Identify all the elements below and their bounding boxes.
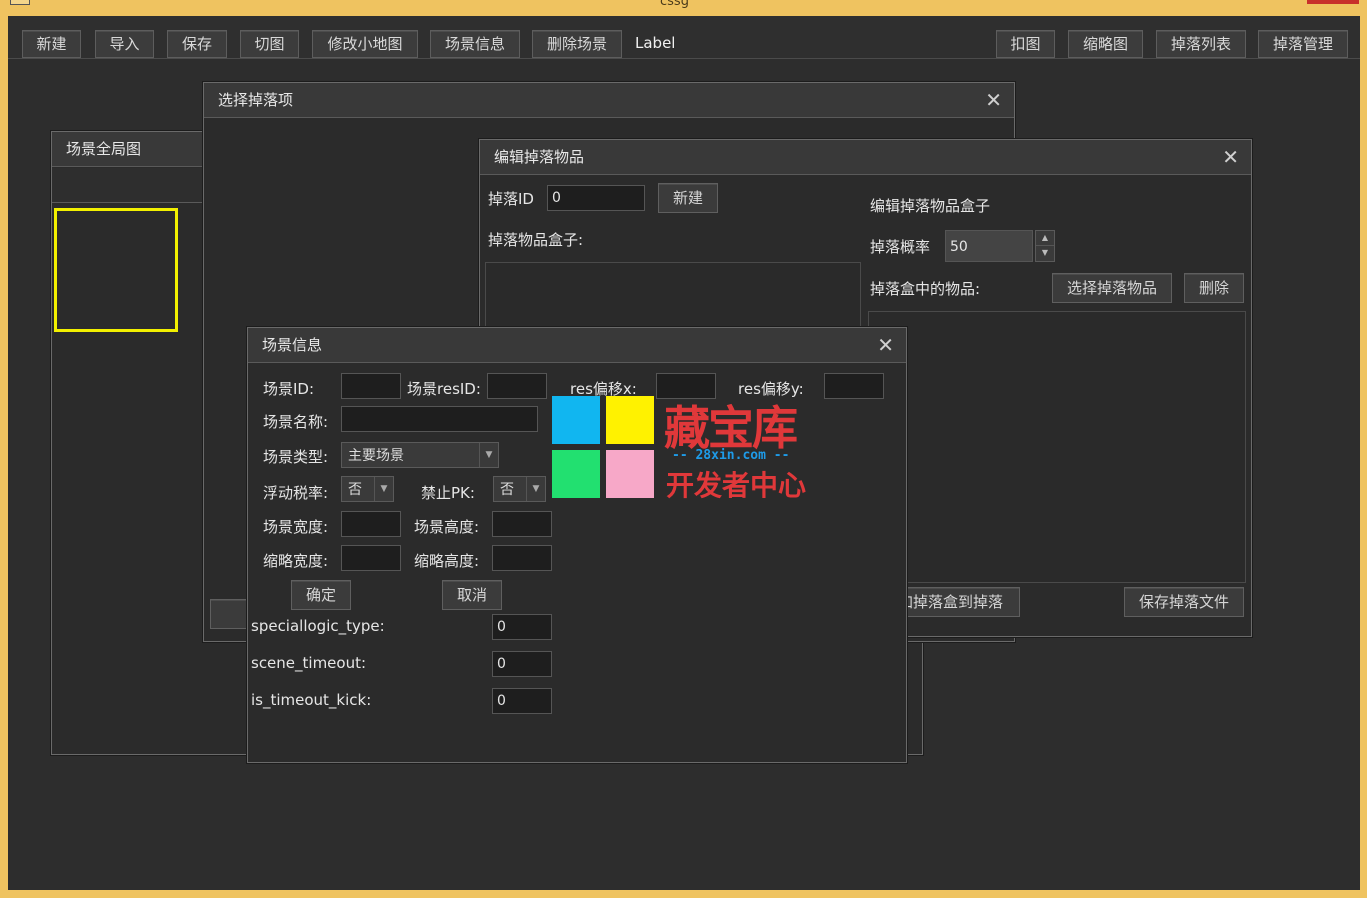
window-title-bar: cssg xyxy=(0,0,1367,16)
scene-name-input[interactable] xyxy=(341,406,538,432)
watermark-tile-yellow xyxy=(606,396,654,444)
scene-resid-input[interactable] xyxy=(487,373,547,399)
drop-id-input[interactable]: 0 xyxy=(547,185,645,211)
no-pk-value: 否 xyxy=(500,482,514,498)
close-icon[interactable]: ✕ xyxy=(985,83,1002,117)
scene-info-window: 场景信息 ✕ 场景ID: 场景resID: res偏移x: res偏移y: 场景… xyxy=(247,327,907,763)
scene-type-select[interactable]: 主要场景 ▼ xyxy=(341,442,499,468)
drop-list-button[interactable]: 掉落列表 xyxy=(1156,30,1246,58)
timeout-kick-input[interactable]: 0 xyxy=(492,688,552,714)
scene-resid-label: 场景resID: xyxy=(407,380,481,398)
no-pk-label: 禁止PK: xyxy=(421,484,475,502)
toolbar-label: Label xyxy=(635,34,676,52)
scene-info-header: 场景信息 ✕ xyxy=(248,328,906,363)
select-drop-items-button[interactable]: 选择掉落物品 xyxy=(1052,273,1172,303)
float-tax-value: 否 xyxy=(348,482,362,498)
viewport-rect[interactable] xyxy=(54,208,178,332)
scene-name-label: 场景名称: xyxy=(263,413,329,431)
scene-height-input[interactable] xyxy=(492,511,552,537)
thumb-width-input[interactable] xyxy=(341,545,401,571)
timeout-kick-label: is_timeout_kick: xyxy=(251,691,372,709)
watermark-slogan: 开发者中心 xyxy=(666,469,807,502)
res-offset-y-input[interactable] xyxy=(824,373,884,399)
new-button[interactable]: 新建 xyxy=(22,30,81,58)
scene-info-title: 场景信息 xyxy=(262,336,323,354)
chevron-down-icon[interactable]: ▼ xyxy=(479,443,498,467)
no-pk-select[interactable]: 否 ▼ xyxy=(493,476,546,502)
scene-id-input[interactable] xyxy=(341,373,401,399)
save-button[interactable]: 保存 xyxy=(167,30,227,58)
thumb-width-label: 缩略宽度: xyxy=(263,552,329,570)
drop-manage-button[interactable]: 掉落管理 xyxy=(1258,30,1348,58)
drop-box-list[interactable] xyxy=(485,262,861,334)
float-tax-label: 浮动税率: xyxy=(263,484,329,502)
overview-title: 场景全局图 xyxy=(66,140,142,158)
scene-type-label: 场景类型: xyxy=(263,448,329,466)
drop-prob-spinner[interactable]: ▲ ▼ xyxy=(1035,230,1055,262)
drop-new-button[interactable]: 新建 xyxy=(658,183,718,213)
edit-drop-header: 编辑掉落物品 ✕ xyxy=(480,140,1251,175)
drop-id-label: 掉落ID xyxy=(488,190,534,208)
watermark-tile-pink xyxy=(606,450,654,498)
box-items-list[interactable] xyxy=(868,311,1246,583)
spin-up-icon[interactable]: ▲ xyxy=(1036,231,1054,246)
select-drop-title: 选择掉落项 xyxy=(218,91,294,109)
delete-scene-button[interactable]: 删除场景 xyxy=(532,30,622,58)
scene-width-label: 场景宽度: xyxy=(263,518,329,536)
select-drop-header: 选择掉落项 ✕ xyxy=(204,83,1014,118)
float-tax-select[interactable]: 否 ▼ xyxy=(341,476,394,502)
edit-drop-title: 编辑掉落物品 xyxy=(494,148,585,166)
scene-timeout-label: scene_timeout: xyxy=(251,654,367,672)
scene-height-label: 场景高度: xyxy=(414,518,480,536)
drop-prob-label: 掉落概率 xyxy=(870,238,931,256)
thumb-height-label: 缩略高度: xyxy=(414,552,480,570)
scene-type-value: 主要场景 xyxy=(348,448,404,464)
chevron-down-icon[interactable]: ▼ xyxy=(526,477,545,501)
watermark-tile-blue xyxy=(552,396,600,444)
delete-item-button[interactable]: 删除 xyxy=(1184,273,1244,303)
import-button[interactable]: 导入 xyxy=(95,30,154,58)
cut-map-button[interactable]: 切图 xyxy=(240,30,299,58)
edit-minimap-button[interactable]: 修改小地图 xyxy=(312,30,418,58)
box-items-label: 掉落盒中的物品: xyxy=(870,280,981,298)
crop-button[interactable]: 扣图 xyxy=(996,30,1055,58)
speciallogic-type-input[interactable]: 0 xyxy=(492,614,552,640)
edit-box-label: 编辑掉落物品盒子 xyxy=(870,197,991,215)
app-icon xyxy=(10,0,30,5)
speciallogic-type-label: speciallogic_type: xyxy=(251,617,385,635)
cancel-button[interactable]: 取消 xyxy=(442,580,502,610)
ok-button[interactable]: 确定 xyxy=(291,580,351,610)
close-icon[interactable]: ✕ xyxy=(1222,140,1239,174)
window-close-button[interactable] xyxy=(1307,0,1359,4)
spin-down-icon[interactable]: ▼ xyxy=(1036,246,1054,260)
thumb-height-input[interactable] xyxy=(492,545,552,571)
drop-box-label: 掉落物品盒子: xyxy=(488,231,584,249)
save-drop-file-button[interactable]: 保存掉落文件 xyxy=(1124,587,1244,617)
close-icon[interactable]: ✕ xyxy=(877,328,894,362)
scene-id-label: 场景ID: xyxy=(263,380,315,398)
scene-timeout-input[interactable]: 0 xyxy=(492,651,552,677)
chevron-down-icon[interactable]: ▼ xyxy=(374,477,393,501)
scene-width-input[interactable] xyxy=(341,511,401,537)
thumbnail-button[interactable]: 缩略图 xyxy=(1068,30,1143,58)
watermark-tile-green xyxy=(552,450,600,498)
window-title: cssg xyxy=(660,0,689,9)
watermark-domain: -- 28xin.com -- xyxy=(672,448,790,463)
scene-info-button[interactable]: 场景信息 xyxy=(430,30,520,58)
drop-prob-input[interactable]: 50 xyxy=(945,230,1033,262)
